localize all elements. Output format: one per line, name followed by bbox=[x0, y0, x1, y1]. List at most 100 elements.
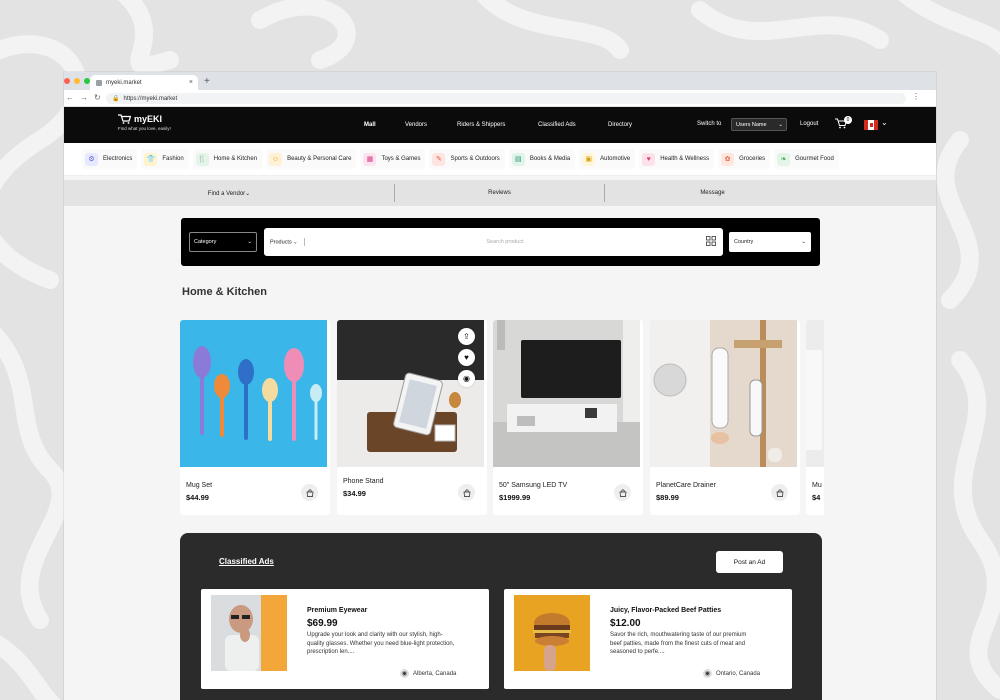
site-header: myEKI Find what you love, easily! Mall V… bbox=[64, 107, 936, 143]
category-books-media[interactable]: ▤ Books & Media bbox=[508, 149, 576, 169]
ad-title[interactable]: Premium Eyewear bbox=[307, 607, 367, 614]
nav-classified-ads[interactable]: Classified Ads bbox=[538, 122, 576, 128]
message-link[interactable]: Message bbox=[605, 180, 820, 206]
product-card[interactable]: 50" Samsung LED TV $1999.99 bbox=[493, 320, 643, 515]
forward-icon[interactable]: → bbox=[80, 93, 88, 102]
category-icon: ▤ bbox=[511, 152, 525, 166]
ad-image[interactable] bbox=[211, 595, 287, 671]
cart-count-badge: 0 bbox=[844, 116, 852, 124]
category-home-kitchen[interactable]: 🍴 Home & Kitchen bbox=[192, 149, 263, 169]
products-dropdown[interactable]: Products ⌄ bbox=[270, 238, 305, 246]
category-select[interactable]: Category ⌄ bbox=[189, 232, 257, 252]
share-icon[interactable]: ⇪ bbox=[458, 328, 475, 345]
category-toys-games[interactable]: ▦ Toys & Games bbox=[360, 149, 426, 169]
ad-title[interactable]: Juicy, Flavor-Packed Beef Patties bbox=[610, 607, 721, 614]
products-dropdown-label: Products bbox=[270, 239, 292, 246]
image-search-icon[interactable] bbox=[706, 236, 716, 246]
browser-tab[interactable]: myeki.market × bbox=[90, 75, 198, 90]
ad-location-text: Alberta, Canada bbox=[413, 670, 457, 677]
product-name[interactable]: Mu bbox=[812, 482, 822, 489]
product-name[interactable]: 50" Samsung LED TV bbox=[499, 482, 567, 489]
add-to-cart-button[interactable] bbox=[771, 484, 788, 501]
logout-link[interactable]: Logout bbox=[800, 121, 818, 127]
product-card[interactable]: Mu $4 bbox=[806, 320, 824, 515]
ad-image[interactable] bbox=[514, 595, 590, 671]
product-card[interactable]: PlanetCare Drainer $89.99 bbox=[650, 320, 800, 515]
users-select[interactable]: Users Name ⌄ bbox=[731, 118, 787, 131]
post-ad-button[interactable]: Post an Ad bbox=[716, 551, 783, 573]
product-name[interactable]: Phone Stand bbox=[343, 478, 383, 485]
country-select-value: Country bbox=[734, 239, 754, 245]
product-image[interactable] bbox=[650, 320, 797, 467]
search-box: Products ⌄ bbox=[264, 228, 723, 256]
heart-icon[interactable]: ♥ bbox=[458, 349, 475, 366]
nav-riders-shippers[interactable]: Riders & Shippers bbox=[457, 122, 505, 128]
canada-flag-icon[interactable] bbox=[864, 120, 878, 130]
category-groceries[interactable]: ✿ Groceries bbox=[718, 149, 771, 169]
product-card[interactable]: Mug Set $44.99 bbox=[180, 320, 330, 515]
product-price: $4 bbox=[812, 493, 821, 502]
category-sports-outdoors[interactable]: ✎ Sports & Outdoors bbox=[429, 149, 505, 169]
ad-location: ◉ Alberta, Canada bbox=[400, 669, 456, 678]
ad-price: $12.00 bbox=[610, 618, 641, 629]
category-automotive[interactable]: ▣ Automotive bbox=[579, 149, 636, 169]
nav-vendors[interactable]: Vendors bbox=[405, 122, 427, 128]
product-name[interactable]: PlanetCare Drainer bbox=[656, 482, 716, 489]
add-to-cart-button[interactable] bbox=[614, 484, 631, 501]
add-to-cart-button[interactable] bbox=[301, 484, 318, 501]
search-input[interactable] bbox=[320, 236, 690, 248]
product-name[interactable]: Mug Set bbox=[186, 482, 212, 489]
add-to-cart-button[interactable] bbox=[458, 484, 475, 501]
new-tab-button[interactable]: + bbox=[204, 76, 210, 87]
category-label: Health & Wellness bbox=[660, 156, 710, 162]
nav-mall[interactable]: Mall bbox=[364, 122, 376, 128]
reload-icon[interactable]: ↻ bbox=[94, 93, 101, 102]
category-icon: ♥ bbox=[642, 152, 656, 166]
favicon-icon bbox=[96, 79, 102, 86]
product-image[interactable] bbox=[180, 320, 327, 467]
category-label: Sports & Outdoors bbox=[450, 156, 500, 162]
reviews-link[interactable]: Reviews bbox=[395, 180, 604, 206]
logo[interactable]: myEKI Find what you love, easily! bbox=[118, 114, 171, 131]
category-fashion[interactable]: 👕 Fashion bbox=[141, 149, 189, 169]
ad-card[interactable]: Juicy, Flavor-Packed Beef Patties $12.00… bbox=[504, 589, 792, 689]
product-image[interactable] bbox=[806, 320, 824, 467]
find-vendor-dropdown[interactable]: Find a Vendor⌄ bbox=[64, 180, 394, 206]
category-gourmet-food[interactable]: ❧ Gourmet Food bbox=[774, 149, 839, 169]
classified-ads-title[interactable]: Classified Ads bbox=[219, 557, 274, 566]
switch-to-label: Switch to bbox=[697, 121, 722, 127]
category-beauty-personal-care[interactable]: ☺ Beauty & Personal Care bbox=[266, 149, 357, 169]
category-icon: 👕 bbox=[144, 152, 158, 166]
category-icon: ▣ bbox=[582, 152, 596, 166]
category-label: Toys & Games bbox=[381, 156, 421, 162]
classified-ads-section: Classified Ads Post an Ad Premium Eyewea… bbox=[180, 533, 822, 700]
ad-location: ◉ Ontario, Canada bbox=[703, 669, 760, 678]
category-label: Fashion bbox=[162, 156, 184, 162]
nav-directory[interactable]: Directory bbox=[608, 122, 632, 128]
category-bar: ⚙ Electronics 👕 Fashion 🍴 Home & Kitchen ☺ Beau… bbox=[64, 143, 936, 176]
eye-icon[interactable]: ◉ bbox=[458, 370, 475, 387]
category-label: Gourmet Food bbox=[795, 156, 834, 162]
back-icon[interactable]: ← bbox=[66, 93, 74, 102]
tab-title: myeki.market bbox=[106, 79, 142, 86]
shopping-bag-icon bbox=[306, 489, 313, 497]
country-select[interactable]: Country ⌄ bbox=[729, 232, 811, 252]
product-image[interactable] bbox=[493, 320, 640, 467]
category-label: Groceries bbox=[739, 156, 766, 162]
browser-window: myeki.market × + ← → ↻ 🔒 https://myeki.m… bbox=[64, 72, 936, 700]
ad-description: Upgrade your look and clarity with our s… bbox=[307, 632, 455, 655]
category-select-value: Category bbox=[194, 239, 217, 245]
language-chevron-icon[interactable]: ⌄ bbox=[881, 118, 888, 127]
browser-menu-icon[interactable]: ⋮ bbox=[912, 92, 920, 101]
tab-close-icon[interactable]: × bbox=[189, 79, 193, 86]
shopping-bag-icon bbox=[776, 489, 783, 497]
url-field[interactable]: 🔒 https://myeki.market bbox=[106, 93, 906, 104]
category-electronics[interactable]: ⚙ Electronics bbox=[82, 149, 138, 169]
category-health-wellness[interactable]: ♥ Health & Wellness bbox=[639, 149, 715, 169]
category-label: Beauty & Personal Care bbox=[287, 156, 352, 162]
minimize-window-dot[interactable] bbox=[74, 78, 80, 84]
ad-card[interactable]: Premium Eyewear $69.99 Upgrade your look… bbox=[201, 589, 489, 689]
category-icon: ✿ bbox=[721, 152, 735, 166]
close-window-dot[interactable] bbox=[64, 78, 70, 84]
product-card[interactable]: ⇪ ♥ ◉ Phone Stand $34.99 bbox=[337, 320, 487, 515]
